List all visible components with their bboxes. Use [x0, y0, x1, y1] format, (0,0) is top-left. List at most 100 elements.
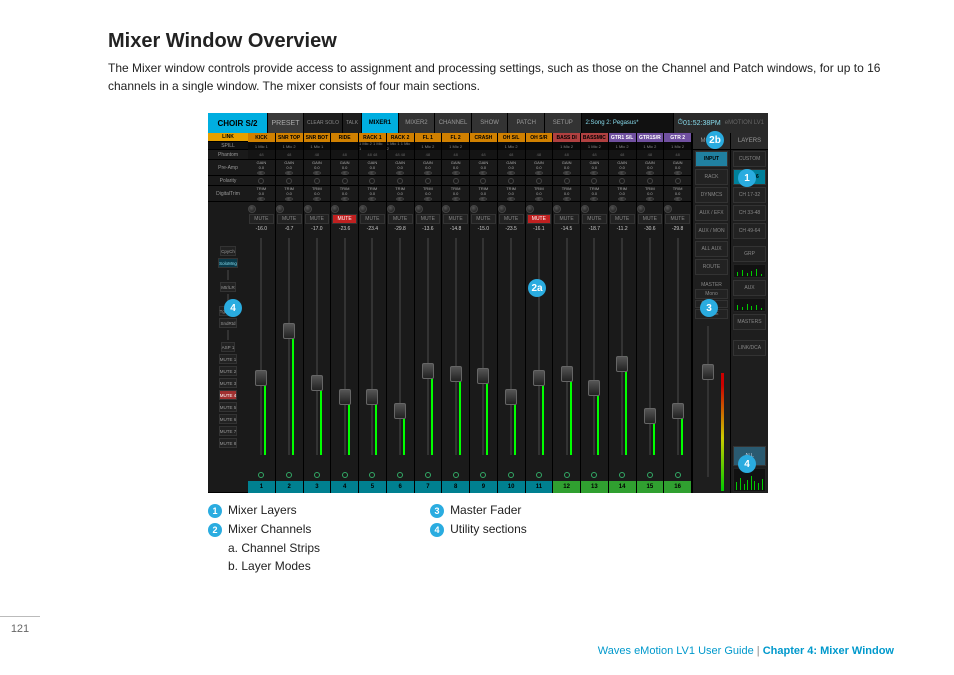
fader[interactable] — [331, 234, 358, 469]
side-button[interactable]: MUTE 3 — [219, 378, 238, 388]
fader[interactable] — [526, 234, 553, 469]
headphone-icon[interactable] — [304, 469, 331, 481]
fader[interactable] — [609, 234, 636, 469]
polarity-button[interactable] — [609, 176, 636, 186]
gain-knob[interactable] — [563, 171, 571, 175]
link-button[interactable]: LINK — [208, 133, 248, 142]
trim-knob[interactable] — [646, 197, 654, 201]
gain-knob[interactable] — [618, 171, 626, 175]
channel-name[interactable]: SNR TOP — [276, 133, 303, 142]
side-button[interactable]: SndRtd — [219, 318, 236, 328]
mute-button[interactable]: MUTE — [388, 214, 413, 224]
gain-knob[interactable] — [452, 171, 460, 175]
channel-number[interactable]: 11 — [526, 481, 553, 493]
side-button[interactable]: MUTE 5 — [219, 402, 238, 412]
pan-knob[interactable] — [276, 205, 284, 213]
gain-knob[interactable] — [368, 171, 376, 175]
gain-knob[interactable] — [285, 171, 293, 175]
mode-dynamics-button[interactable]: DYNMCS — [695, 187, 728, 203]
polarity-button[interactable] — [664, 176, 691, 186]
phantom-button[interactable]: 48 48 — [387, 150, 414, 160]
mute-button[interactable]: MUTE — [638, 214, 663, 224]
gain-knob[interactable] — [479, 171, 487, 175]
mode-auxmon-button[interactable]: AUX / MON — [695, 223, 728, 239]
channel-number[interactable]: 14 — [609, 481, 636, 493]
fader[interactable] — [470, 234, 497, 469]
tab-patch[interactable]: PATCH — [508, 113, 545, 133]
layer-aux-button[interactable]: AUX — [733, 280, 766, 296]
channel-number[interactable]: 6 — [387, 481, 414, 493]
headphone-icon[interactable] — [609, 469, 636, 481]
headphone-icon[interactable] — [248, 469, 275, 481]
trim-knob[interactable] — [479, 197, 487, 201]
side-button[interactable]: ASP 1 — [221, 342, 236, 352]
pan-knob[interactable] — [470, 205, 478, 213]
channel-number[interactable]: 10 — [498, 481, 525, 493]
layer-ch49-64-button[interactable]: CH 49-64 — [733, 223, 766, 239]
gain-knob[interactable] — [590, 171, 598, 175]
headphone-icon[interactable] — [387, 469, 414, 481]
side-button[interactable]: MUTE 8 — [219, 438, 238, 448]
polarity-button[interactable] — [637, 176, 664, 186]
fader[interactable] — [387, 234, 414, 469]
channel-number[interactable]: 2 — [276, 481, 303, 493]
pan-knob[interactable] — [442, 205, 450, 213]
mono-button[interactable]: Mono — [695, 289, 728, 299]
gain-knob[interactable] — [396, 171, 404, 175]
headphone-icon[interactable] — [470, 469, 497, 481]
mute-button[interactable]: MUTE — [665, 214, 690, 224]
mode-allaux-button[interactable]: ALL AUX — [695, 241, 728, 257]
polarity-button[interactable] — [415, 176, 442, 186]
gain-knob[interactable] — [646, 171, 654, 175]
headphone-icon[interactable] — [637, 469, 664, 481]
trim-knob[interactable] — [507, 197, 515, 201]
channel-number[interactable]: 16 — [664, 481, 691, 493]
polarity-button[interactable] — [526, 176, 553, 186]
mute-button[interactable]: MUTE — [305, 214, 330, 224]
polarity-button[interactable] — [276, 176, 303, 186]
mute-button[interactable]: MUTE — [610, 214, 635, 224]
channel-name[interactable]: OH S/L — [498, 133, 525, 142]
polarity-button[interactable] — [498, 176, 525, 186]
tab-mixer1[interactable]: MIXER1 — [362, 113, 399, 133]
fader[interactable] — [442, 234, 469, 469]
side-button[interactable] — [227, 330, 229, 340]
fader[interactable] — [248, 234, 275, 469]
side-button[interactable]: MUTE 4 — [219, 390, 238, 400]
trim-knob[interactable] — [424, 197, 432, 201]
fader[interactable] — [637, 234, 664, 469]
tab-setup[interactable]: SETUP — [545, 113, 582, 133]
channel-name[interactable]: RIDE — [331, 133, 358, 142]
fader[interactable] — [664, 234, 691, 469]
fader[interactable] — [498, 234, 525, 469]
pan-knob[interactable] — [331, 205, 339, 213]
gain-knob[interactable] — [341, 171, 349, 175]
mode-auxefx-button[interactable]: AUX / EFX — [695, 205, 728, 221]
side-button[interactable]: MUTE 1 — [219, 354, 238, 364]
phantom-button[interactable]: 48 48 — [359, 150, 386, 160]
polarity-button[interactable] — [248, 176, 275, 186]
mute-button[interactable]: MUTE — [277, 214, 302, 224]
talk-button[interactable]: TALK — [343, 113, 362, 133]
phantom-button[interactable]: 48 — [609, 150, 636, 160]
phantom-button[interactable]: 48 — [248, 150, 275, 160]
polarity-button[interactable] — [442, 176, 469, 186]
channel-name[interactable]: KICK — [248, 133, 275, 142]
layer-linkdca-button[interactable]: LINK/DCA — [733, 340, 766, 356]
trim-knob[interactable] — [590, 197, 598, 201]
polarity-button[interactable] — [553, 176, 580, 186]
pan-knob[interactable] — [553, 205, 561, 213]
layer-grp-button[interactable]: GRP — [733, 246, 766, 262]
phantom-button[interactable]: 48 — [470, 150, 497, 160]
channel-name[interactable]: BASSMIC — [581, 133, 608, 142]
pan-knob[interactable] — [415, 205, 423, 213]
pan-knob[interactable] — [304, 205, 312, 213]
channel-number[interactable]: 4 — [331, 481, 358, 493]
fader[interactable] — [304, 234, 331, 469]
gain-knob[interactable] — [313, 171, 321, 175]
channel-number[interactable]: 5 — [359, 481, 386, 493]
channel-name[interactable]: FL 2 — [442, 133, 469, 142]
trim-knob[interactable] — [396, 197, 404, 201]
channel-name[interactable]: GTR1 S/L — [609, 133, 636, 142]
pan-knob[interactable] — [359, 205, 367, 213]
